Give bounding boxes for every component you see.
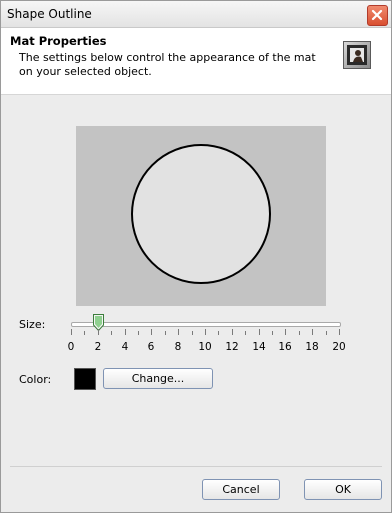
slider-tick xyxy=(299,331,300,335)
slider-tick xyxy=(151,329,152,335)
slider-tick-label: 6 xyxy=(147,341,155,353)
slider-tick xyxy=(84,331,85,335)
slider-tick xyxy=(98,329,99,335)
slider-tick xyxy=(125,329,126,335)
slider-tick xyxy=(111,331,112,335)
slider-tick-label: 0 xyxy=(67,341,75,353)
slider-tick xyxy=(245,331,246,335)
slider-tick xyxy=(339,329,340,335)
header-description: The settings below control the appearanc… xyxy=(19,51,316,78)
slider-tick xyxy=(192,331,193,335)
color-swatch xyxy=(74,368,96,390)
slider-tick xyxy=(205,329,206,335)
slider-tick-label: 2 xyxy=(94,341,102,353)
dialog-window: Shape Outline Mat Properties The setting… xyxy=(0,0,392,513)
slider-tick-label: 16 xyxy=(278,341,292,353)
header-title: Mat Properties xyxy=(10,34,107,48)
slider-tick-label: 18 xyxy=(305,341,319,353)
slider-tick xyxy=(285,329,286,335)
preview-circle xyxy=(131,144,271,284)
close-button[interactable] xyxy=(367,5,388,26)
title-bar[interactable]: Shape Outline xyxy=(1,1,391,28)
change-color-button[interactable]: Change... xyxy=(103,368,213,389)
header-panel: Mat Properties The settings below contro… xyxy=(1,28,391,95)
slider-tick-label: 12 xyxy=(225,341,239,353)
slider-tick xyxy=(218,331,219,335)
color-label: Color: xyxy=(19,373,52,386)
mat-preview xyxy=(76,126,326,306)
slider-tick xyxy=(259,329,260,335)
size-label: Size: xyxy=(19,318,46,331)
slider-tick-label: 20 xyxy=(332,341,346,353)
window-title: Shape Outline xyxy=(7,7,92,21)
slider-tick-label: 14 xyxy=(252,341,266,353)
slider-tick xyxy=(71,329,72,335)
slider-tick-label: 8 xyxy=(174,341,182,353)
ok-button[interactable]: OK xyxy=(304,479,382,500)
slider-tick xyxy=(165,331,166,335)
slider-tick xyxy=(138,331,139,335)
slider-tick xyxy=(312,329,313,335)
slider-tick-label: 4 xyxy=(121,341,129,353)
mat-icon xyxy=(343,41,371,69)
size-slider[interactable] xyxy=(71,322,341,327)
slider-tick-label: 10 xyxy=(198,341,212,353)
footer-separator xyxy=(10,466,382,467)
dialog-body: Size: Color: Change... Cancel OK 0 2 4 6 8 10… xyxy=(1,95,391,512)
slider-tick xyxy=(272,331,273,335)
slider-tick xyxy=(178,329,179,335)
slider-tick xyxy=(232,329,233,335)
close-icon xyxy=(371,9,383,21)
cancel-button[interactable]: Cancel xyxy=(202,479,280,500)
slider-tick xyxy=(326,331,327,335)
